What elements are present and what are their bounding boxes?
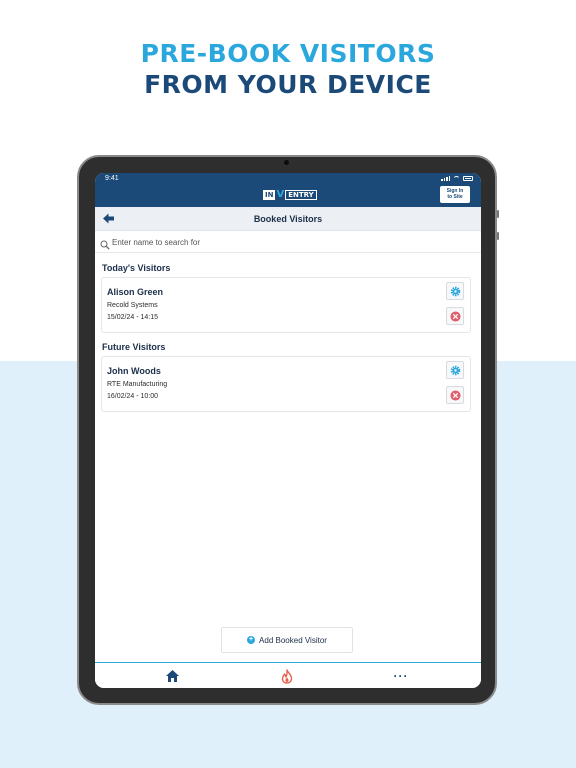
status-time: 9:41 [105,175,119,182]
delete-button[interactable] [446,307,464,325]
search-input[interactable] [112,235,462,249]
visitor-name: John Woods [107,366,161,376]
visitor-datetime: 15/02/24 - 14:15 [107,314,158,321]
visitor-company: Recold Systems [107,302,158,309]
logo-v: V [276,189,285,200]
page-title: Booked Visitors [253,214,323,224]
settings-button[interactable] [446,282,464,300]
app-screen: 9:41 IN V ENTRY Sign In to Site Booked V… [95,173,481,688]
nav-bar: Booked Visitors [95,207,481,231]
settings-button[interactable] [446,361,464,379]
volume-button [497,232,499,240]
close-circle-icon [449,310,461,322]
logo-entry: ENTRY [285,189,317,200]
sign-in-button[interactable]: Sign In to Site [440,186,470,203]
logo-in: IN [263,189,276,200]
section-title-future: Future Visitors [102,342,166,352]
plus-circle-icon: + [247,636,256,644]
headline-line-1: PRE-BOOK VISITORS [140,39,436,68]
add-booked-visitor-button[interactable]: + Add Booked Visitor [221,627,353,653]
signal-icon [441,176,450,181]
home-icon[interactable] [164,668,180,684]
wifi-icon [453,176,460,181]
app-header: 9:41 IN V ENTRY Sign In to Site [95,173,481,207]
inventry-logo: IN V ENTRY [263,189,317,200]
headline-line-2: FROM YOUR DEVICE [144,70,432,99]
visitor-name: Alison Green [107,287,164,297]
camera-dot [284,160,289,165]
visitor-card[interactable]: John Woods RTE Manufacturing 16/02/24 - … [101,356,471,412]
add-button-label: Add Booked Visitor [259,635,327,645]
search-bar [95,231,481,253]
fire-icon[interactable] [279,668,295,684]
section-title-today: Today's Visitors [102,263,171,273]
visitor-company: RTE Manufacturing [107,381,168,388]
battery-icon [463,176,473,181]
gear-icon [450,365,460,375]
gear-icon [450,286,460,296]
close-circle-icon [449,389,461,401]
promo-headline: PRE-BOOK VISITORS FROM YOUR DEVICE [0,38,576,100]
delete-button[interactable] [446,386,464,404]
visitor-datetime: 16/02/24 - 10:00 [107,393,158,400]
volume-button [497,210,499,218]
more-icon[interactable]: ··· [393,668,409,684]
visitor-card[interactable]: Alison Green Recold Systems 15/02/24 - 1… [101,277,471,333]
search-icon [100,237,110,250]
tab-bar: ··· [95,662,481,688]
status-icons [441,176,473,181]
